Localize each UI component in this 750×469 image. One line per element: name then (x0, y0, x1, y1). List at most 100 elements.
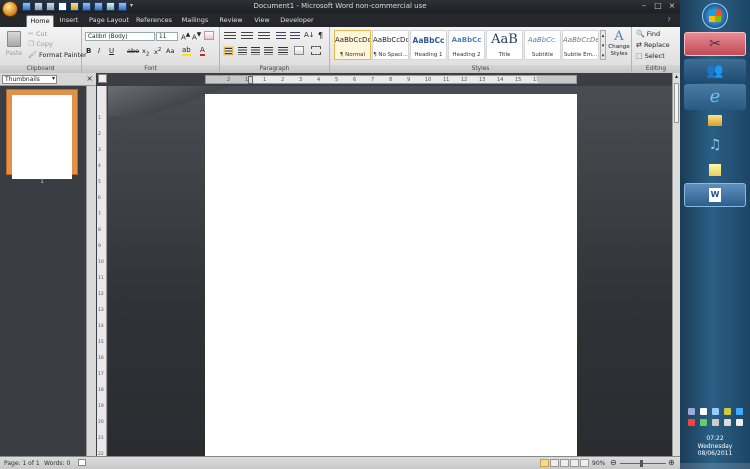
change-case-icon[interactable]: Aa (166, 47, 174, 55)
nav-close-icon[interactable]: × (86, 74, 93, 83)
superscript-icon[interactable]: x2 (154, 47, 161, 56)
align-left-icon[interactable] (223, 46, 234, 56)
tab-review[interactable]: Review (216, 15, 246, 27)
replace-button[interactable]: ⇄ Replace (636, 41, 670, 49)
tray-icon-2[interactable] (700, 408, 707, 415)
zoom-in-icon[interactable]: ⊕ (668, 458, 675, 467)
zoom-slider[interactable] (620, 460, 666, 467)
font-color-icon[interactable]: A (200, 46, 205, 56)
align-right-icon[interactable] (251, 47, 260, 55)
decrease-indent-icon[interactable] (276, 32, 286, 40)
tray-icon-5[interactable] (736, 408, 743, 415)
multilevel-list-icon[interactable] (258, 32, 270, 40)
scroll-thumb[interactable] (674, 83, 679, 123)
change-styles-button[interactable]: A Change Styles (607, 29, 631, 63)
nav-view-select[interactable]: Thumbnails (2, 75, 57, 84)
style-heading-2[interactable]: AaBbCc Heading 2 (448, 30, 485, 60)
grow-font-icon[interactable]: A▲ (181, 32, 190, 41)
clock[interactable]: 07:22 Wednesday 08/06/2011 (680, 435, 750, 458)
thumbnail-scrollbar[interactable] (86, 86, 96, 456)
tray-icon-3[interactable] (712, 408, 719, 415)
taskbar-app-word[interactable]: W (684, 183, 746, 207)
zoom-thumb[interactable] (640, 460, 643, 467)
taskbar-app-ie[interactable]: e (684, 84, 746, 110)
italic-icon[interactable]: I (98, 47, 100, 55)
sort-icon[interactable]: A↓ (304, 31, 315, 39)
full-screen-reading-icon[interactable] (550, 459, 559, 467)
font-size-select[interactable]: 11 (156, 32, 178, 41)
tray-icon-4[interactable] (724, 408, 731, 415)
outline-icon[interactable] (570, 459, 579, 467)
line-spacing-icon[interactable] (278, 47, 288, 55)
tab-mailings[interactable]: Mailings (178, 15, 212, 27)
page-thumbnail[interactable] (6, 89, 78, 179)
find-button[interactable]: 🔍 Find (636, 30, 660, 38)
tab-developer[interactable]: Developer (278, 15, 316, 27)
vertical-scrollbar[interactable]: ▴ (672, 73, 680, 456)
copy-button[interactable]: ❐ Copy (28, 40, 53, 49)
web-layout-icon[interactable] (560, 459, 569, 467)
document-page[interactable] (205, 94, 577, 456)
shading-icon[interactable] (294, 46, 304, 55)
strikethrough-icon[interactable]: abe (127, 47, 139, 55)
tab-home[interactable]: Home (26, 15, 54, 27)
tab-view[interactable]: View (250, 15, 274, 27)
font-name-select[interactable]: Calibri (Body) (85, 32, 155, 41)
taskbar-app-notes[interactable] (684, 158, 746, 182)
styles-scroll[interactable]: ▴ ▾ ▾ (600, 30, 606, 60)
align-center-icon[interactable] (238, 47, 247, 55)
close-icon[interactable]: × (668, 2, 676, 10)
style-subtitle[interactable]: AaBbCc. Subtitle (524, 30, 561, 60)
volume-icon[interactable] (736, 419, 743, 426)
print-layout-icon[interactable] (540, 459, 549, 467)
increase-indent-icon[interactable] (290, 32, 300, 40)
format-painter-button[interactable]: 🖌 Format Painter (28, 51, 87, 60)
start-button[interactable] (702, 3, 728, 29)
vertical-ruler[interactable]: 1 2 3 4 5 6 7 8 9 10 11 12 13 14 15 16 17 18 19 20 21 22 (97, 86, 107, 457)
highlight-icon[interactable]: ab (182, 46, 191, 56)
zoom-level[interactable]: 90% (592, 460, 605, 467)
tab-references[interactable]: References (134, 15, 174, 27)
maximize-icon[interactable]: □ (654, 2, 662, 10)
numbering-icon[interactable] (241, 32, 253, 40)
page-count[interactable]: Page: 1 of 1 (4, 460, 40, 467)
paste-button[interactable]: Paste (3, 29, 25, 62)
network-icon[interactable] (724, 419, 731, 426)
bold-icon[interactable]: B (86, 47, 91, 55)
shrink-font-icon[interactable]: A▼ (192, 32, 201, 41)
tray-icon-8[interactable] (712, 419, 719, 426)
taskbar-app-itunes[interactable]: ♫ (684, 133, 746, 157)
nav-dropdown-icon[interactable]: ▾ (52, 75, 55, 82)
minimize-icon[interactable]: – (640, 2, 648, 10)
help-icon[interactable]: ? (664, 15, 674, 27)
style-subtle-emphasis[interactable]: AaBbCcDe Subtle Em... (562, 30, 599, 60)
borders-icon[interactable] (311, 46, 321, 55)
office-button[interactable] (2, 1, 18, 17)
cut-button[interactable]: ✂ Cut (28, 30, 47, 39)
tab-page-layout[interactable]: Page Layout (86, 15, 132, 27)
style-heading-1[interactable]: AaBbCc Heading 1 (410, 30, 447, 60)
draft-icon[interactable] (580, 459, 589, 467)
bullets-icon[interactable] (224, 32, 236, 40)
horizontal-ruler[interactable]: 211234567891011121314151718 (205, 75, 577, 84)
style-normal[interactable]: AaBbCcDc ¶ Normal (334, 30, 371, 60)
zoom-out-icon[interactable]: ⊖ (610, 458, 617, 467)
show-desktop-button[interactable] (680, 463, 750, 469)
style-title[interactable]: AaB Title (486, 30, 523, 60)
clear-formatting-icon[interactable] (204, 31, 214, 40)
scroll-up-icon[interactable]: ▴ (673, 73, 680, 81)
style-no-spacing[interactable]: AaBbCcDc ¶ No Spaci... (372, 30, 409, 60)
proofing-icon[interactable] (78, 459, 86, 466)
show-formatting-icon[interactable]: ¶ (318, 31, 323, 40)
subscript-icon[interactable]: x2 (142, 47, 149, 57)
underline-icon[interactable]: U (109, 47, 114, 55)
taskbar-app-explorer[interactable] (684, 108, 746, 132)
tab-selector-icon[interactable] (98, 74, 107, 83)
tray-icon-6[interactable] (688, 419, 695, 426)
taskbar-app-messenger[interactable]: 👥 (684, 59, 746, 83)
justify-icon[interactable] (264, 47, 273, 55)
taskbar-app-remote[interactable]: ✂ (684, 32, 746, 56)
flag-icon[interactable] (688, 408, 695, 415)
tray-icon-7[interactable] (700, 419, 707, 426)
select-button[interactable]: ⬚ Select (636, 52, 665, 60)
